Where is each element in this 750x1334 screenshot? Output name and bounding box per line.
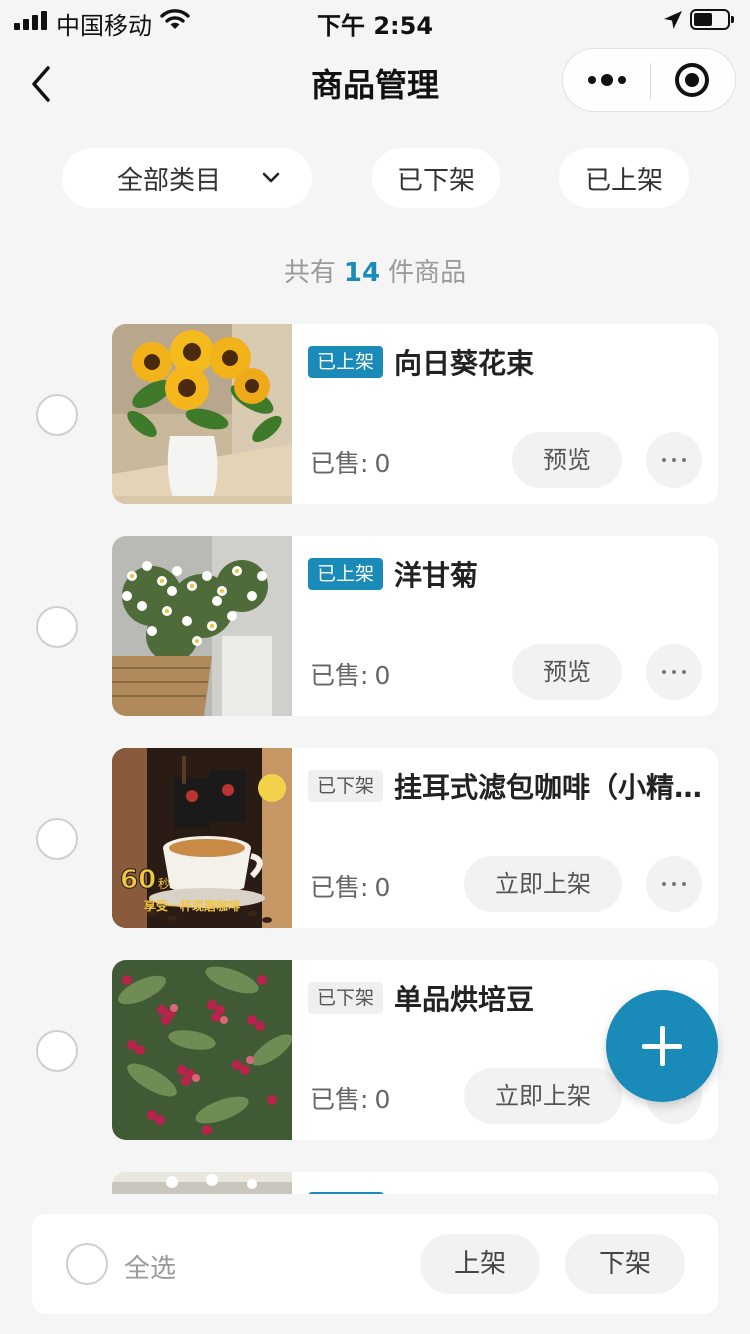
filter-off-shelf-button[interactable]: 已下架	[372, 148, 500, 208]
list-now-button[interactable]: 立即上架	[464, 856, 622, 912]
category-filter-dropdown[interactable]: 全部类目	[62, 148, 312, 208]
sold-count: 已售: 0	[310, 1080, 390, 1116]
clock: 下午 2:54	[316, 12, 434, 40]
product-checkbox[interactable]	[36, 818, 78, 860]
product-image-coffee-cherries	[112, 960, 292, 1140]
capsule-divider	[650, 63, 651, 99]
battery-level	[694, 13, 712, 26]
product-image-drip-coffee: 60 秒 享受一杯现磨咖啡	[112, 748, 292, 928]
thumb-caption: 享受一杯现磨咖啡	[144, 898, 240, 913]
status-bar: 中国移动 下午 2:54	[0, 0, 750, 40]
product-checkbox[interactable]	[36, 1030, 78, 1072]
product-card[interactable]: 已上架 向日葵花束 已售: 0 预览	[112, 324, 718, 504]
product-row: 60 秒 享受一杯现磨咖啡 已下架 挂耳式滤包咖啡（小精灵） 已售: 0 立即上架	[0, 748, 750, 928]
batch-on-shelf-button[interactable]: 上架	[420, 1234, 540, 1294]
more-actions-button[interactable]	[646, 856, 702, 912]
sold-value: 0	[374, 449, 391, 478]
product-count: 14	[343, 258, 381, 288]
battery-icon	[690, 9, 734, 30]
product-checkbox[interactable]	[36, 606, 78, 648]
status-badge: 已上架	[308, 346, 384, 378]
more-actions-button[interactable]	[646, 644, 702, 700]
status-badge: 已上架	[308, 558, 384, 590]
thumb-badge-unit: 秒	[158, 877, 170, 891]
category-filter-label: 全部类目	[116, 165, 221, 196]
sold-count: 已售: 0	[310, 444, 390, 480]
product-card[interactable]: 已上架 洋甘菊 已售: 0 预览	[112, 536, 718, 716]
product-row	[0, 1172, 750, 1194]
product-image	[112, 1172, 292, 1194]
sold-value: 0	[374, 1085, 391, 1114]
product-card[interactable]: 60 秒 享受一杯现磨咖啡 已下架 挂耳式滤包咖啡（小精灵） 已售: 0 立即上架	[112, 748, 718, 928]
product-row: 已上架 洋甘菊 已售: 0 预览	[0, 536, 750, 716]
product-name: 向日葵花束	[394, 347, 535, 380]
batch-off-shelf-button[interactable]: 下架	[565, 1234, 685, 1294]
sold-label: 已售:	[310, 1085, 369, 1114]
close-miniprogram-icon[interactable]	[675, 63, 709, 97]
sold-value: 0	[374, 661, 391, 690]
location-icon	[662, 9, 684, 35]
product-image-sunflower	[112, 324, 292, 504]
sold-label: 已售:	[310, 661, 369, 690]
count-suffix: 件商品	[388, 258, 467, 288]
preview-button[interactable]: 预览	[512, 432, 622, 488]
product-card[interactable]	[112, 1172, 718, 1194]
nav-bar: 商品管理	[0, 40, 750, 128]
more-actions-button[interactable]	[646, 432, 702, 488]
preview-button[interactable]: 预览	[512, 644, 622, 700]
sold-label: 已售:	[310, 449, 369, 478]
status-badge	[308, 1192, 384, 1194]
product-image-chamomile	[112, 536, 292, 716]
product-count-summary: 共有 14 件商品	[0, 252, 750, 289]
sold-value: 0	[374, 873, 391, 902]
select-all-label[interactable]: 全选	[124, 1248, 176, 1285]
status-badge: 已下架	[308, 982, 384, 1014]
product-name: 挂耳式滤包咖啡（小精灵）	[394, 771, 704, 804]
miniprogram-capsule	[562, 48, 736, 112]
filter-on-shelf-button[interactable]: 已上架	[559, 148, 689, 208]
sold-count: 已售: 0	[310, 868, 390, 904]
product-checkbox[interactable]	[36, 394, 78, 436]
sold-label: 已售:	[310, 873, 369, 902]
more-icon[interactable]	[563, 49, 651, 111]
thumb-badge-number: 60	[120, 865, 156, 895]
bottom-action-bar: 全选 上架 下架	[32, 1214, 718, 1314]
list-now-button[interactable]: 立即上架	[464, 1068, 622, 1124]
status-badge: 已下架	[308, 770, 384, 802]
count-prefix: 共有	[283, 258, 336, 288]
product-name: 洋甘菊	[394, 559, 479, 592]
select-all-checkbox[interactable]	[66, 1243, 108, 1285]
add-product-button[interactable]	[606, 990, 718, 1102]
chevron-down-icon	[260, 166, 282, 196]
sold-count: 已售: 0	[310, 656, 390, 692]
product-row: 已上架 向日葵花束 已售: 0 预览	[0, 324, 750, 504]
